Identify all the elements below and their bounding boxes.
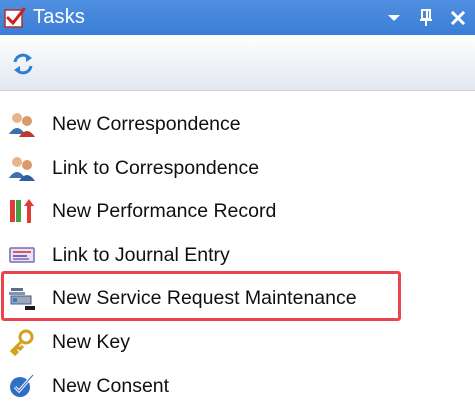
task-new-performance-record[interactable]: New Performance Record	[0, 193, 400, 229]
consent-check-icon	[6, 370, 38, 402]
tasks-panel: Tasks New Correspondence Link to Corresp…	[0, 0, 475, 411]
task-new-key[interactable]: New Key	[0, 324, 400, 360]
task-label: New Key	[52, 330, 131, 353]
title-bar: Tasks	[0, 0, 475, 35]
panel-title: Tasks	[33, 6, 86, 28]
task-new-service-request-maintenance[interactable]: New Service Request Maintenance	[0, 280, 400, 316]
performance-icon	[6, 195, 38, 227]
task-new-consent[interactable]: New Consent	[0, 368, 400, 404]
dropdown-arrow-icon[interactable]	[383, 7, 405, 29]
people-icon	[6, 108, 38, 140]
pin-icon[interactable]	[415, 7, 437, 29]
key-icon	[6, 326, 38, 358]
journal-icon	[6, 239, 38, 271]
service-request-icon	[6, 282, 38, 314]
refresh-icon[interactable]	[9, 50, 37, 78]
toolbar	[0, 35, 475, 91]
task-label: New Correspondence	[52, 112, 241, 135]
task-label: Link to Journal Entry	[52, 243, 230, 266]
task-label: Link to Correspondence	[52, 156, 260, 179]
tasks-checkbox-icon	[4, 7, 26, 29]
task-label: New Service Request Maintenance	[52, 286, 357, 309]
close-icon[interactable]	[447, 7, 469, 29]
task-link-to-journal-entry[interactable]: Link to Journal Entry	[0, 237, 400, 273]
task-new-correspondence[interactable]: New Correspondence	[0, 106, 400, 142]
task-link-to-correspondence[interactable]: Link to Correspondence	[0, 150, 400, 186]
task-label: New Consent	[52, 374, 170, 397]
people-link-icon	[6, 152, 38, 184]
task-label: New Performance Record	[52, 199, 277, 222]
